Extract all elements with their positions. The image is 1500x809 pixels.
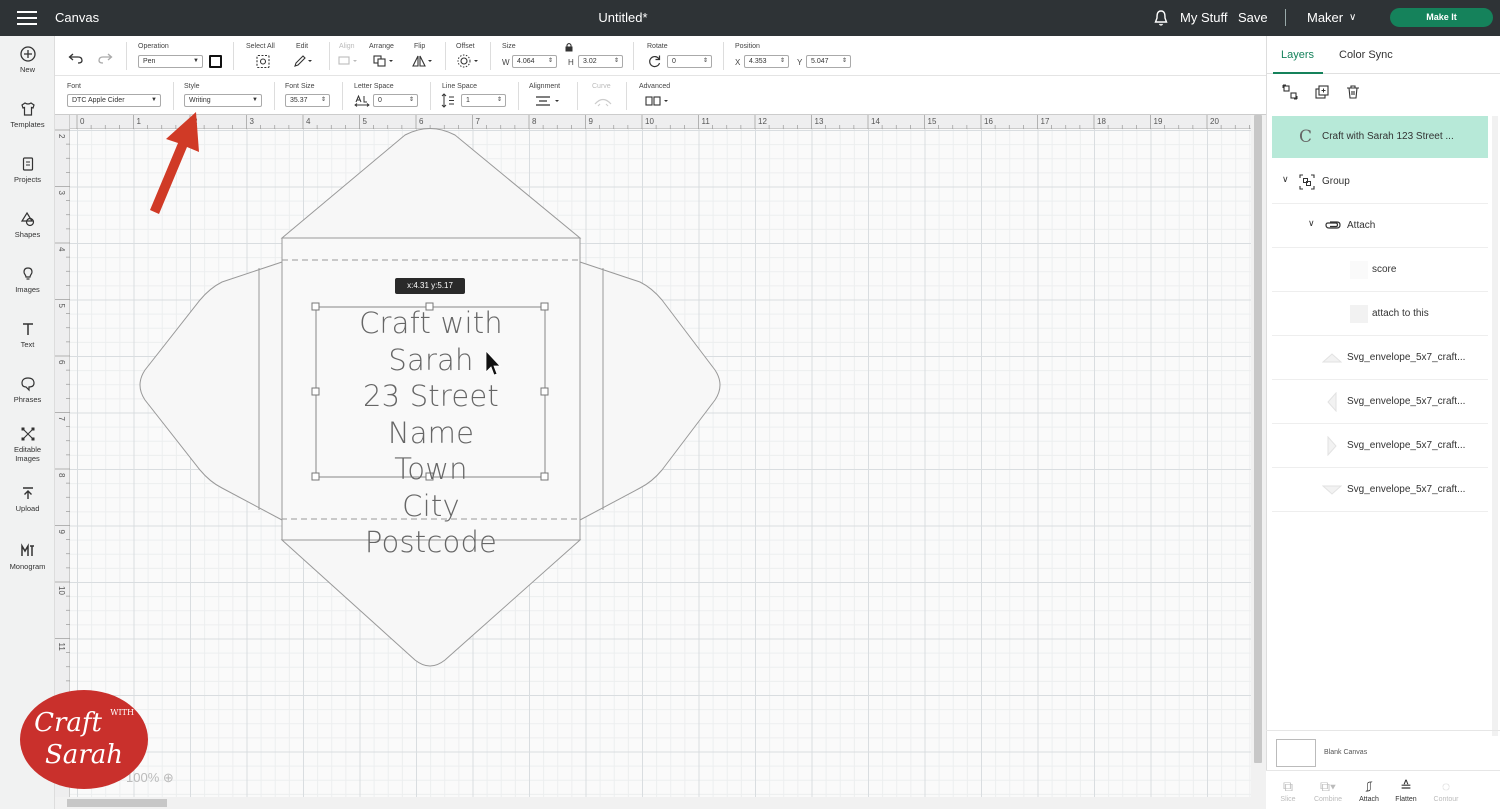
layer-label: attach to this xyxy=(1372,308,1429,319)
scrollbar-thumb[interactable] xyxy=(1254,115,1262,763)
make-it-button[interactable]: Make It xyxy=(1390,8,1493,27)
chevron-down-icon[interactable]: ∨ xyxy=(1308,218,1315,229)
red-arrow-annotation xyxy=(150,112,199,214)
combine-button[interactable]: ⧉▾ Combine xyxy=(1308,776,1348,803)
layer-actions-bar: ⧉ Slice ⧉▾ Combine ⎎ Attach ≙ Flatten ◌ Conto… xyxy=(1266,770,1500,809)
divider xyxy=(1272,335,1488,336)
layer-item-envelope-right[interactable]: Svg_envelope_5x7_craft... xyxy=(1272,425,1488,467)
envelope-left-flap xyxy=(139,261,283,521)
layers-scrollbar[interactable] xyxy=(1492,116,1498,736)
tab-layers[interactable]: Layers xyxy=(1281,49,1314,61)
divider xyxy=(1285,9,1286,26)
attach-label: Attach xyxy=(1359,796,1379,803)
layer-item-attach-to-this[interactable]: attach to this xyxy=(1272,293,1488,335)
chevron-down-icon[interactable]: ∨ xyxy=(1349,12,1356,23)
layer-thumbnail xyxy=(1327,392,1337,412)
vertical-scrollbar[interactable] xyxy=(1251,115,1266,797)
attach-icon xyxy=(1325,221,1341,229)
combine-label: Combine xyxy=(1313,796,1342,803)
layer-thumbnail xyxy=(1350,261,1368,279)
attach-button[interactable]: ⎎ Attach xyxy=(1349,776,1389,803)
layer-thumbnail xyxy=(1322,485,1342,495)
blank-canvas-label: Blank Canvas xyxy=(1324,749,1368,756)
craft-with-sarah-logo: Craft WITH Sarah xyxy=(20,690,148,789)
envelope-top-flap xyxy=(280,128,582,239)
layer-item-envelope-bottom[interactable]: Svg_envelope_5x7_craft... xyxy=(1272,469,1488,511)
divider xyxy=(1272,379,1488,380)
layer-item-text[interactable]: C Craft with Sarah 123 Street ... xyxy=(1272,116,1488,158)
address-text[interactable]: Craft with Sarah 23 Street Name Town Cit… xyxy=(316,305,546,561)
flatten-icon: ≙ xyxy=(1400,778,1412,794)
text-line: Town xyxy=(394,452,468,486)
text-line: Postcode xyxy=(364,525,498,559)
flatten-label: Flatten xyxy=(1395,796,1417,803)
tab-color-sync[interactable]: Color Sync xyxy=(1339,49,1393,61)
layer-label: Attach xyxy=(1347,220,1376,231)
slice-icon: ⧉ xyxy=(1283,778,1293,794)
canvas-color-swatch[interactable] xyxy=(1276,739,1316,767)
slice-button[interactable]: ⧉ Slice xyxy=(1268,776,1308,803)
layer-item-group[interactable]: ∨ Group xyxy=(1272,161,1488,203)
zoom-in-icon[interactable]: ⊕ xyxy=(163,770,174,785)
logo-line-2: Sarah xyxy=(45,740,123,770)
contour-icon: ◌ xyxy=(1441,778,1451,794)
panel-tabs: Layers Color Sync xyxy=(1267,36,1500,74)
divider xyxy=(1272,203,1488,204)
logo-text: Craft xyxy=(34,708,102,738)
layer-label: Svg_envelope_5x7_craft... xyxy=(1347,352,1466,363)
layer-label: Group xyxy=(1322,176,1350,187)
divider xyxy=(1272,291,1488,292)
text-line: Craft with Sarah xyxy=(359,306,503,377)
group-icon[interactable] xyxy=(1282,84,1298,100)
flatten-button[interactable]: ≙ Flatten xyxy=(1386,776,1426,803)
contour-button[interactable]: ◌ Contour xyxy=(1426,776,1466,803)
layers-panel: Layers Color Sync C Craft with Sarah 123… xyxy=(1266,36,1500,809)
envelope-design xyxy=(139,112,721,667)
layer-item-attach[interactable]: ∨ Attach xyxy=(1272,205,1488,247)
layer-label: Svg_envelope_5x7_craft... xyxy=(1347,396,1466,407)
layer-label: Svg_envelope_5x7_craft... xyxy=(1347,440,1466,451)
logo-with: WITH xyxy=(110,708,134,717)
divider xyxy=(1272,247,1488,248)
blank-canvas-row[interactable]: Blank Canvas xyxy=(1266,730,1500,775)
slice-label: Slice xyxy=(1280,796,1296,803)
layer-thumbnail xyxy=(1350,305,1368,323)
tab-indicator xyxy=(1273,72,1323,74)
layer-label: Svg_envelope_5x7_craft... xyxy=(1347,484,1466,495)
layer-label: Craft with Sarah 123 Street ... xyxy=(1322,131,1454,142)
contour-label: Contour xyxy=(1433,796,1459,803)
trash-icon[interactable] xyxy=(1345,84,1361,100)
text-line: City xyxy=(402,488,460,523)
envelope-right-flap xyxy=(579,261,721,521)
duplicate-icon[interactable] xyxy=(1314,84,1330,100)
horizontal-scrollbar[interactable] xyxy=(55,797,1266,809)
layer-thumbnail xyxy=(1327,436,1337,456)
attach-icon: ⎎ xyxy=(1365,778,1373,794)
text-layer-icon: C xyxy=(1299,127,1313,147)
divider xyxy=(1272,511,1488,512)
chevron-down-icon[interactable]: ∨ xyxy=(1282,174,1289,185)
combine-icon: ⧉▾ xyxy=(1320,778,1336,794)
zoom-level[interactable]: 100% ⊕ xyxy=(126,770,174,786)
machine-select[interactable]: Maker xyxy=(1307,10,1343,25)
text-line: 23 Street Name xyxy=(362,379,500,450)
scrollbar-thumb[interactable] xyxy=(67,799,167,807)
layer-item-envelope-left[interactable]: Svg_envelope_5x7_craft... xyxy=(1272,381,1488,423)
divider xyxy=(1272,423,1488,424)
layer-item-envelope-top[interactable]: Svg_envelope_5x7_craft... xyxy=(1272,337,1488,379)
layer-thumbnail xyxy=(1322,353,1342,363)
layer-item-score[interactable]: score xyxy=(1272,249,1488,291)
divider xyxy=(1272,467,1488,468)
logo-line-1: Craft WITH xyxy=(20,708,148,738)
layer-label: score xyxy=(1372,264,1397,275)
group-layer-icon xyxy=(1299,174,1315,190)
position-tooltip: x:4.31 y:5.17 xyxy=(395,278,465,294)
